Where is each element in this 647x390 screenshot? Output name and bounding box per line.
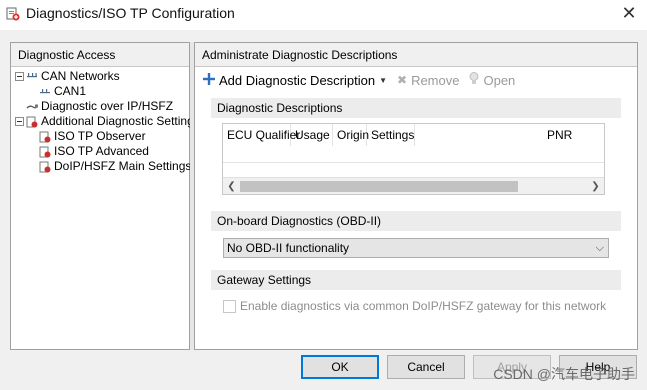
tree-item-can-networks[interactable]: CAN Networks — [15, 69, 120, 84]
toolbar: Add Diagnostic Description ▼ ✖ Remove Op… — [203, 71, 525, 89]
descriptions-table[interactable]: ECU Qualifier Usage Origin Settings PNR … — [222, 123, 605, 195]
gateway-checkbox[interactable] — [223, 299, 236, 313]
window-title: Diagnostics/ISO TP Configuration — [26, 5, 235, 21]
col-origin[interactable]: Origin — [333, 124, 369, 146]
diagnostic-access-panel: Diagnostic Access CAN Networks CAN1 Diag… — [10, 42, 200, 350]
obd-section: On-board Diagnostics (OBD-II) — [211, 211, 621, 231]
settings-icon — [39, 161, 51, 173]
settings-icon — [39, 146, 51, 158]
bus-icon — [39, 86, 51, 98]
remove-button[interactable]: ✖ Remove — [397, 73, 459, 88]
settings-icon — [39, 131, 51, 143]
remove-icon: ✖ — [397, 73, 408, 87]
diagnostic-access-header: Diagnostic Access — [11, 43, 189, 67]
remove-label: Remove — [411, 72, 460, 88]
gateway-checkbox-label: Enable diagnostics via common DoIP/HSFZ … — [240, 299, 607, 313]
administrate-panel: Administrate Diagnostic Descriptions Add… — [194, 42, 638, 350]
tree-item-diag-over-ip[interactable]: Diagnostic over IP/HSFZ — [26, 99, 173, 114]
tree-item-doip-main-settings[interactable]: DoIP/HSFZ Main Settings — [39, 159, 191, 174]
add-description-button[interactable]: Add Diagnostic Description ▼ — [203, 72, 387, 88]
network-icon — [26, 71, 38, 83]
col-pnr[interactable]: PNR — [415, 124, 604, 146]
cancel-button[interactable]: Cancel — [387, 355, 465, 379]
gateway-checkbox-row[interactable]: Enable diagnostics via common DoIP/HSFZ … — [223, 299, 606, 313]
cable-icon — [26, 101, 38, 113]
tree-item-label: CAN1 — [54, 84, 87, 98]
tree-item-label: ISO TP Observer — [54, 129, 146, 143]
tree-item-label: CAN Networks — [41, 69, 120, 83]
horizontal-scrollbar[interactable]: ❮ ❯ — [223, 177, 604, 194]
administrate-header: Administrate Diagnostic Descriptions — [195, 43, 637, 67]
lightbulb-icon — [469, 72, 479, 88]
dropdown-arrow-icon[interactable]: ▼ — [379, 76, 387, 85]
col-ecu-qualifier[interactable]: ECU Qualifier — [223, 124, 300, 146]
close-icon[interactable]: ✕ — [619, 3, 639, 23]
scroll-thumb[interactable] — [240, 181, 518, 192]
tree-item-label: Additional Diagnostic Settings — [41, 114, 200, 128]
tree-item-iso-tp-observer[interactable]: ISO TP Observer — [39, 129, 146, 144]
chevron-down-icon[interactable]: ⌵ — [596, 239, 604, 257]
scroll-right-icon[interactable]: ❯ — [587, 178, 604, 195]
add-description-label: Add Diagnostic Description — [219, 72, 376, 88]
obd-select[interactable]: No OBD-II functionality ⌵ — [223, 238, 609, 258]
open-label: Open — [483, 72, 516, 88]
title-bar: Diagnostics/ISO TP Configuration ✕ — [0, 0, 647, 30]
settings-icon — [26, 116, 38, 128]
table-header: ECU Qualifier Usage Origin Settings PNR — [223, 124, 604, 146]
plus-icon — [203, 72, 215, 88]
collapse-icon[interactable] — [15, 72, 24, 81]
obd-select-value: No OBD-II functionality — [227, 241, 350, 255]
collapse-icon[interactable] — [15, 117, 24, 126]
scroll-left-icon[interactable]: ❮ — [223, 178, 240, 195]
tree-item-additional-settings[interactable]: Additional Diagnostic Settings — [15, 114, 200, 129]
diagnostic-descriptions-section: Diagnostic Descriptions — [211, 98, 621, 118]
open-button[interactable]: Open — [469, 72, 515, 88]
tree-item-can1[interactable]: CAN1 — [39, 84, 86, 99]
gateway-section: Gateway Settings — [211, 270, 621, 290]
tree-item-iso-tp-advanced[interactable]: ISO TP Advanced — [39, 144, 149, 159]
tree-item-label: DoIP/HSFZ Main Settings — [54, 159, 192, 173]
watermark: CSDN @汽车电子助手 — [493, 366, 635, 382]
col-usage[interactable]: Usage — [291, 124, 333, 146]
ok-button[interactable]: OK — [301, 355, 379, 379]
table-row — [223, 162, 604, 163]
tree-item-label: ISO TP Advanced — [54, 144, 149, 158]
col-settings[interactable]: Settings — [367, 124, 415, 146]
app-icon — [6, 7, 20, 21]
tree-item-label: Diagnostic over IP/HSFZ — [41, 99, 174, 113]
